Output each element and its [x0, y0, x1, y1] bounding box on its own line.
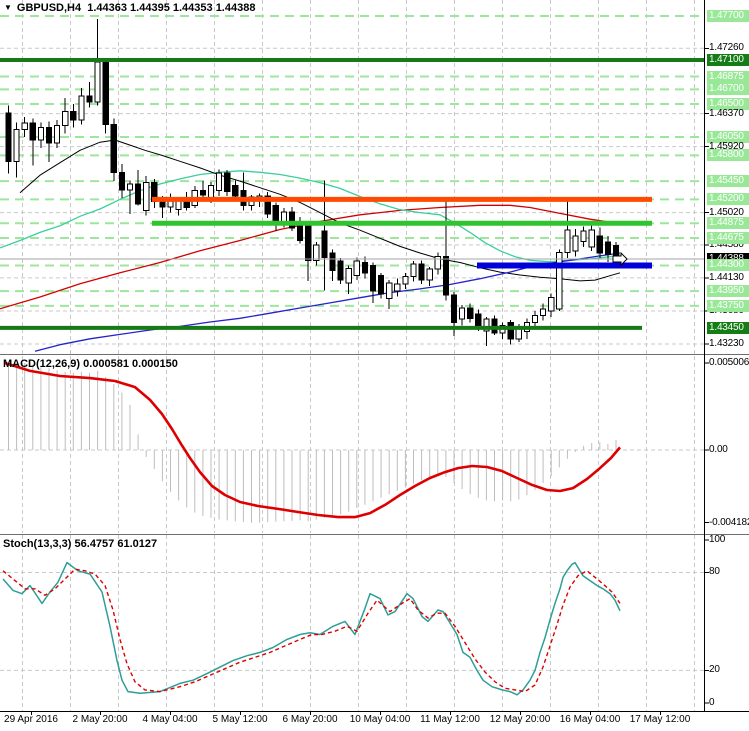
- time-axis-label: 17 May 12:00: [629, 714, 691, 725]
- candles-layer: [5, 18, 620, 347]
- price-axis-label: 1.45450: [707, 175, 749, 187]
- chart-header: ▼ GBPUSD,H4 1.44363 1.44395 1.44353 1.443…: [4, 2, 255, 14]
- price-axis-label: 1.46875: [707, 71, 749, 83]
- time-axis-label: 4 May 04:00: [142, 714, 198, 725]
- stoch-axis-label: 0: [709, 697, 715, 708]
- price-axis-label: 1.44300: [707, 259, 749, 271]
- price-axis-label: 1.45800: [707, 149, 749, 161]
- time-axis-label: 16 May 04:00: [559, 714, 621, 725]
- price-axis-label: 1.46370: [709, 108, 744, 119]
- time-axis-label: 29 Apr 2016: [4, 714, 58, 725]
- stoch-d-line: [2, 568, 621, 693]
- symbol-period-label: GBPUSD,H4: [16, 2, 82, 14]
- price-axis-label: 1.47700: [707, 10, 749, 22]
- price-axis-label: 1.44675: [707, 232, 749, 244]
- stoch-axis-label: 80: [709, 566, 720, 577]
- macd-axis-label: -0.004182: [709, 517, 749, 528]
- time-axis-label: 12 May 20:00: [489, 714, 551, 725]
- price-axis-label: 1.44875: [707, 217, 749, 229]
- price-axis-label: 1.43450: [707, 322, 749, 334]
- price-axis-label: 1.43750: [707, 300, 749, 312]
- ohlc-values: 1.44363 1.44395 1.44353 1.44388: [87, 2, 256, 14]
- price-axis-label: 1.44130: [709, 272, 744, 283]
- macd-axis-label: 0.00: [709, 444, 728, 455]
- price-axis-label: 1.45200: [707, 193, 749, 205]
- stoch-header: Stoch(13,3,3) 56.4757 61.0127: [3, 538, 157, 550]
- macd-histogram: [8, 363, 617, 523]
- time-axis-label: 5 May 12:00: [212, 714, 268, 725]
- stoch-axis-label: 20: [709, 664, 720, 675]
- mt4-chart-window: ▼ GBPUSD,H4 1.44363 1.44395 1.44353 1.443…: [0, 0, 749, 731]
- time-axis-label: 6 May 20:00: [282, 714, 338, 725]
- price-axis-label: 1.43950: [707, 285, 749, 297]
- time-axis-label: 11 May 12:00: [420, 714, 480, 725]
- price-axis-label: 1.47260: [709, 42, 744, 53]
- macd-label: MACD(12,26,9) 0.000581 0.000150: [3, 358, 178, 370]
- price-axis-label: 1.47100: [707, 54, 749, 66]
- stoch-axis-label: 100: [709, 534, 726, 545]
- price-axis-label: 1.43230: [709, 338, 744, 349]
- stoch-k-line: [2, 561, 621, 696]
- stoch-label: Stoch(13,3,3) 56.4757 61.0127: [3, 538, 158, 550]
- price-axis-label: 1.46700: [707, 83, 749, 95]
- symbol-dropdown-icon[interactable]: ▼: [4, 3, 12, 12]
- time-axis-label: 2 May 20:00: [72, 714, 128, 725]
- macd-axis-label: 0.005006: [709, 357, 749, 368]
- time-axis-label: 10 May 04:00: [349, 714, 411, 725]
- macd-header: MACD(12,26,9) 0.000581 0.000150: [3, 358, 178, 370]
